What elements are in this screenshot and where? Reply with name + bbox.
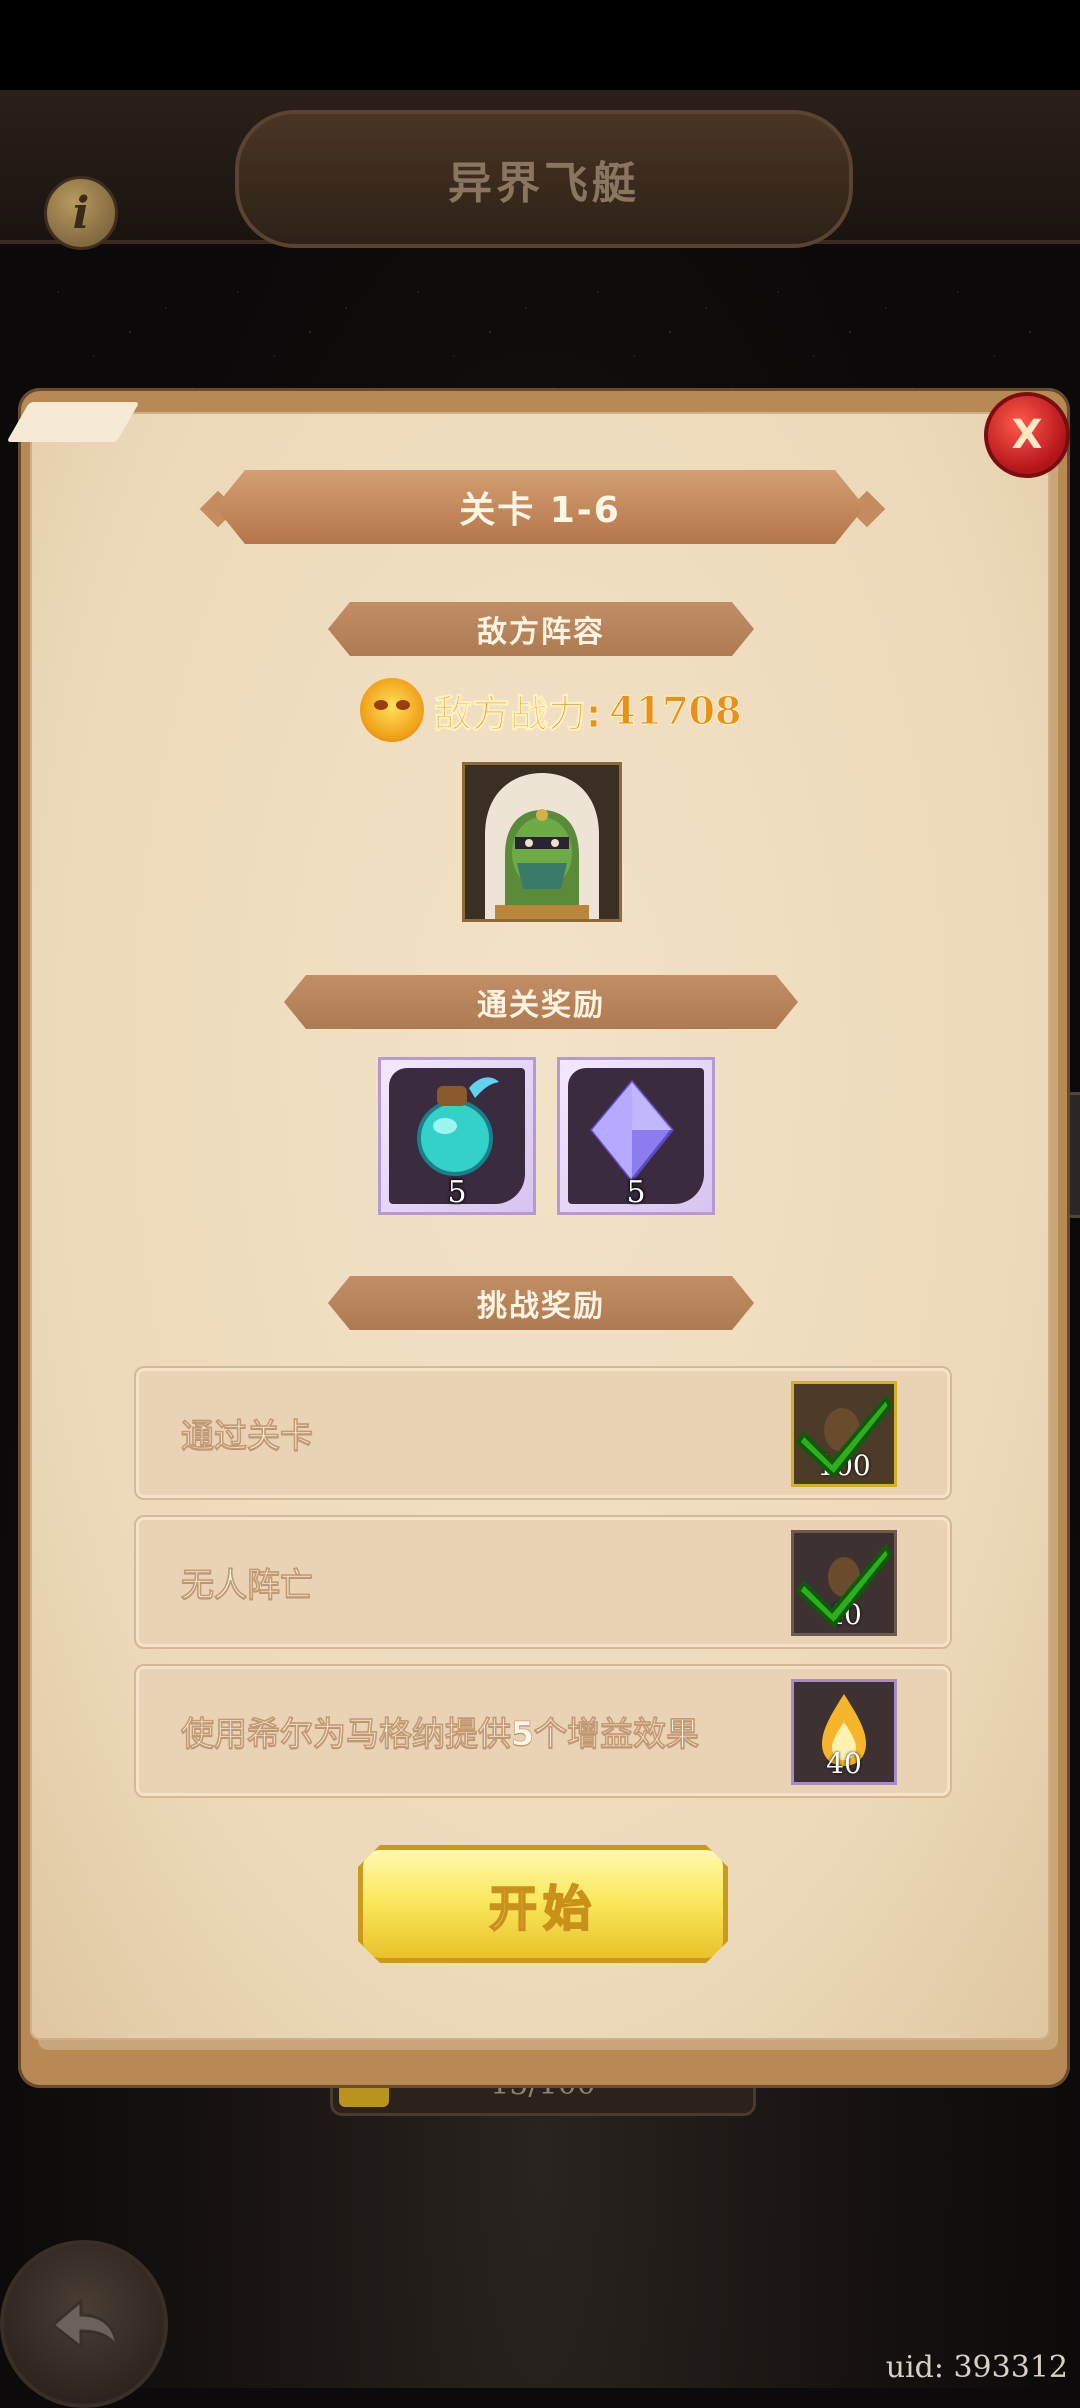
challenge-label: 使用希尔为马格纳提供5个增益效果 — [181, 1714, 700, 1754]
paper-fold — [6, 402, 140, 442]
challenge-row: 通过关卡 100 — [136, 1368, 950, 1498]
checkmark-icon — [795, 1394, 893, 1479]
enemy-power-row: 敌方战力: 41708 — [360, 675, 742, 745]
enemy-power-value: 41708 — [609, 687, 742, 733]
challenge-row: 使用希尔为马格纳提供5个增益效果 40 — [136, 1666, 950, 1796]
stage-title: 关卡 1-6 — [459, 490, 621, 531]
enemy-section-ribbon: 敌方阵容 — [328, 602, 754, 656]
info-button[interactable]: i — [44, 176, 118, 250]
back-arrow-icon — [50, 2297, 119, 2351]
enemy-section-label: 敌方阵容 — [477, 615, 605, 650]
start-button[interactable]: 开始 — [358, 1845, 728, 1963]
battle-power-icon — [360, 678, 424, 742]
challenge-reward-slot[interactable]: 40 — [791, 1530, 897, 1636]
clear-rewards-label: 通关奖励 — [477, 988, 605, 1023]
uid-label: uid: 393312 — [885, 2350, 1068, 2385]
challenge-label: 无人阵亡 — [181, 1565, 314, 1605]
reward-count: 5 — [626, 1175, 646, 1210]
hooded-hero-icon — [465, 765, 619, 919]
stage-title-banner: 关卡 1-6 — [215, 470, 865, 544]
back-button[interactable] — [0, 2240, 168, 2408]
info-icon: i — [72, 187, 90, 239]
close-button[interactable]: X — [984, 392, 1070, 478]
reward-count: 5 — [447, 1175, 467, 1210]
screen-title: 异界飞艇 — [448, 158, 640, 209]
challenge-label: 通过关卡 — [181, 1416, 314, 1456]
challenge-rewards-ribbon: 挑战奖励 — [328, 1276, 754, 1330]
reward-item-potion[interactable]: 5 — [378, 1057, 536, 1215]
challenge-rewards-label: 挑战奖励 — [477, 1289, 605, 1324]
start-label: 开始 — [488, 1881, 597, 1937]
checkmark-icon — [795, 1543, 893, 1628]
enemy-hero-portrait[interactable] — [462, 762, 622, 922]
challenge-reward-slot[interactable]: 100 — [791, 1381, 897, 1487]
screen-title-plaque: 异界飞艇 — [235, 110, 853, 248]
clear-rewards-ribbon: 通关奖励 — [284, 975, 798, 1029]
close-icon: X — [1011, 412, 1043, 458]
enemy-power-label: 敌方战力: — [433, 691, 602, 736]
challenge-row: 无人阵亡 40 — [136, 1517, 950, 1647]
reward-item-crystal[interactable]: 5 — [557, 1057, 715, 1215]
challenge-reward-slot[interactable]: 40 — [791, 1679, 897, 1785]
reward-count: 40 — [826, 1747, 862, 1780]
status-bar — [0, 0, 1080, 90]
